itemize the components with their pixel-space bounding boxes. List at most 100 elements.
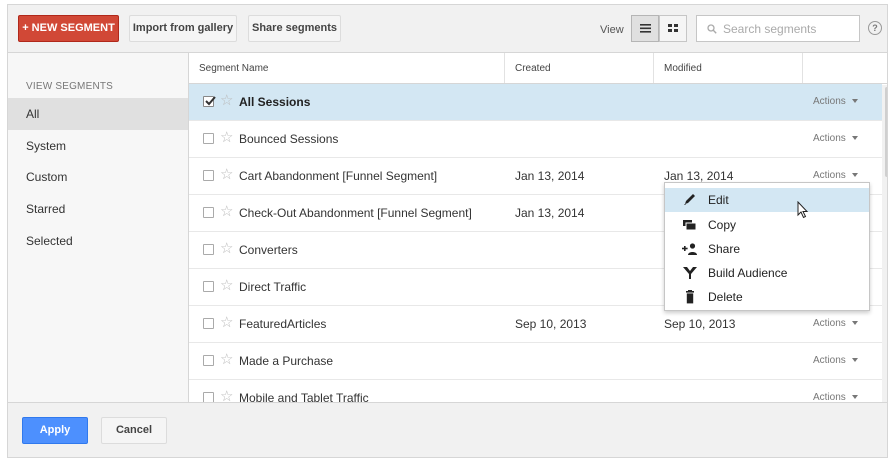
- checkmark-icon: [205, 96, 216, 106]
- menu-item-build-audience[interactable]: Build Audience: [665, 261, 869, 285]
- pencil-icon: [684, 194, 695, 205]
- footer: Apply Cancel: [8, 402, 887, 457]
- sidebar-item-system[interactable]: System: [8, 130, 188, 162]
- segment-name: Check-Out Abandonment [Funnel Segment]: [239, 206, 472, 220]
- menu-item-label: Share: [708, 242, 741, 256]
- sidebar-item-selected[interactable]: Selected: [8, 225, 188, 257]
- table-row[interactable]: ☆ Made a Purchase Actions: [189, 343, 882, 380]
- menu-item-label: Copy: [708, 218, 737, 232]
- star-icon[interactable]: ☆: [220, 204, 233, 220]
- created-date: Sep 10, 2013: [515, 317, 587, 331]
- actions-label: Actions: [813, 96, 846, 107]
- actions-label: Actions: [813, 318, 846, 329]
- copy-icon: [683, 220, 697, 231]
- caret-down-icon: [851, 321, 858, 326]
- actions-label: Actions: [813, 392, 846, 402]
- mouse-cursor-icon: [797, 201, 809, 219]
- list-view-button[interactable]: [631, 15, 659, 42]
- row-checkbox[interactable]: [203, 318, 214, 329]
- table-row[interactable]: ☆ All Sessions Actions: [189, 84, 882, 121]
- created-date: Jan 13, 2014: [515, 206, 585, 220]
- actions-dropdown[interactable]: Actions: [813, 96, 858, 107]
- caret-down-icon: [851, 173, 858, 178]
- menu-item-label: Edit: [708, 193, 729, 207]
- table-row[interactable]: ☆ Bounced Sessions Actions: [189, 121, 882, 158]
- star-icon[interactable]: ☆: [220, 278, 233, 294]
- row-checkbox[interactable]: [203, 170, 214, 181]
- sidebar: VIEW SEGMENTS All System Custom Starred …: [8, 53, 189, 402]
- menu-item-copy[interactable]: Copy: [665, 213, 869, 237]
- sidebar-item-custom[interactable]: Custom: [8, 161, 188, 193]
- actions-dropdown[interactable]: Actions: [813, 355, 858, 366]
- caret-down-icon: [851, 99, 858, 104]
- row-checkbox[interactable]: [203, 355, 214, 366]
- search-box[interactable]: [696, 15, 860, 42]
- table-row[interactable]: ☆ Mobile and Tablet Traffic Actions: [189, 380, 882, 402]
- actions-dropdown[interactable]: Actions: [813, 392, 858, 402]
- star-icon[interactable]: ☆: [220, 352, 233, 368]
- caret-down-icon: [851, 358, 858, 363]
- actions-label: Actions: [813, 355, 846, 366]
- search-input[interactable]: [723, 20, 855, 38]
- caret-down-icon: [851, 136, 858, 141]
- sidebar-item-starred[interactable]: Starred: [8, 193, 188, 225]
- apply-button[interactable]: Apply: [22, 417, 88, 444]
- row-checkbox[interactable]: [203, 244, 214, 255]
- grid-view-icon: [668, 24, 678, 32]
- segment-name: Made a Purchase: [239, 354, 334, 368]
- segment-name: FeaturedArticles: [239, 317, 327, 331]
- row-checkbox[interactable]: [203, 96, 216, 107]
- actions-dropdown[interactable]: Actions: [813, 133, 858, 144]
- column-header-segment-name[interactable]: Segment Name: [189, 53, 505, 83]
- segment-name: Direct Traffic: [239, 280, 307, 294]
- created-date: Jan 13, 2014: [515, 169, 585, 183]
- sidebar-header: VIEW SEGMENTS: [26, 81, 114, 92]
- help-icon[interactable]: ?: [868, 21, 882, 35]
- view-label: View: [600, 24, 624, 36]
- modified-date: Jan 13, 2014: [664, 169, 734, 183]
- menu-item-delete[interactable]: Delete: [665, 285, 869, 309]
- actions-label: Actions: [813, 170, 846, 181]
- column-header-created[interactable]: Created: [505, 53, 654, 83]
- menu-item-label: Delete: [708, 290, 743, 304]
- list-view-icon: [640, 24, 651, 33]
- sidebar-item-all[interactable]: All: [8, 98, 188, 130]
- trash-icon: [686, 290, 694, 304]
- caret-down-icon: [851, 395, 858, 400]
- menu-item-label: Build Audience: [708, 266, 788, 280]
- menu-item-edit[interactable]: Edit: [665, 188, 869, 212]
- actions-dropdown[interactable]: Actions: [813, 170, 858, 181]
- star-icon[interactable]: ☆: [220, 93, 233, 109]
- modified-date: Sep 10, 2013: [664, 317, 736, 331]
- segment-name: Mobile and Tablet Traffic: [239, 391, 369, 402]
- import-from-gallery-button[interactable]: Import from gallery: [129, 15, 237, 42]
- star-icon[interactable]: ☆: [220, 389, 233, 403]
- segment-name: Converters: [239, 243, 298, 257]
- table-header: Segment Name Created Modified: [189, 53, 887, 84]
- new-segment-button[interactable]: + NEW SEGMENT: [18, 15, 119, 42]
- star-icon[interactable]: ☆: [220, 167, 233, 183]
- segment-name: Bounced Sessions: [239, 132, 339, 146]
- row-checkbox[interactable]: [203, 207, 214, 218]
- actions-menu: Edit Copy Share Build Audience Delete: [664, 182, 870, 311]
- search-icon: [707, 24, 717, 34]
- audience-fork-icon: [683, 267, 697, 279]
- star-icon[interactable]: ☆: [220, 130, 233, 146]
- share-person-icon: [682, 243, 697, 255]
- share-segments-button[interactable]: Share segments: [248, 15, 341, 42]
- actions-dropdown[interactable]: Actions: [813, 318, 858, 329]
- star-icon[interactable]: ☆: [220, 241, 233, 257]
- cancel-button[interactable]: Cancel: [101, 417, 167, 444]
- segment-name: All Sessions: [239, 95, 311, 109]
- star-icon[interactable]: ☆: [220, 315, 233, 331]
- row-checkbox[interactable]: [203, 281, 214, 292]
- table-row[interactable]: ☆ FeaturedArticles Sep 10, 2013 Sep 10, …: [189, 306, 882, 343]
- scrollbar-thumb[interactable]: [885, 87, 887, 177]
- menu-item-share[interactable]: Share: [665, 237, 869, 261]
- segment-name: Cart Abandonment [Funnel Segment]: [239, 169, 438, 183]
- column-header-modified[interactable]: Modified: [654, 53, 803, 83]
- row-checkbox[interactable]: [203, 133, 214, 144]
- row-checkbox[interactable]: [203, 392, 214, 402]
- grid-view-button[interactable]: [659, 15, 687, 42]
- actions-label: Actions: [813, 133, 846, 144]
